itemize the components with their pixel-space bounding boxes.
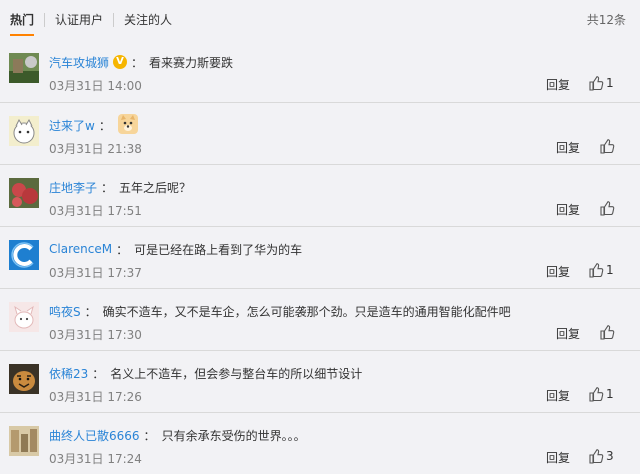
username-link[interactable]: 汽车攻城狮 — [49, 54, 109, 71]
colon-separator: ： — [131, 55, 144, 70]
tab-hot[interactable]: 热门 — [0, 0, 44, 40]
username-link[interactable]: ClarenceM — [49, 242, 112, 256]
like-button[interactable]: 1 — [588, 75, 614, 91]
doge-emoji-icon — [117, 113, 139, 138]
reply-button[interactable]: 回复 — [556, 139, 580, 156]
avatar[interactable] — [9, 426, 39, 456]
comment-item: ClarenceM ： 可是已经在路上看到了华为的车 03月31日 17:37 … — [0, 226, 640, 288]
like-count: 1 — [606, 263, 614, 277]
comment-time: 03月31日 14:00 — [49, 79, 142, 93]
comment-item: 曲终人已散6666 ： 只有余承东受伤的世界。。。 03月31日 17:24 回… — [0, 412, 640, 474]
comment-list: 汽车攻城狮 V ： 看来赛力斯要跌 03月31日 14:00 回复 1 过来了w… — [0, 40, 640, 474]
thumbs-up-icon — [599, 138, 615, 154]
tab-verified-users[interactable]: 认证用户 — [45, 0, 113, 40]
comment-time: 03月31日 21:38 — [49, 142, 142, 156]
avatar[interactable] — [9, 302, 39, 332]
like-count: 1 — [606, 76, 614, 90]
reply-button[interactable]: 回复 — [546, 387, 570, 404]
colon-separator: ： — [84, 304, 97, 319]
avatar[interactable] — [9, 364, 39, 394]
comment-text: 可是已经在路上看到了华为的车 — [134, 242, 303, 257]
comment-item: 依稀23 ： 名义上不造车，但会参与整台车的所以细节设计 03月31日 17:2… — [0, 350, 640, 412]
like-button[interactable] — [599, 324, 615, 340]
comment-total-count: 共12条 — [586, 13, 626, 27]
reply-button[interactable]: 回复 — [556, 201, 580, 218]
thumbs-up-icon — [588, 75, 604, 91]
comment-item: 鸣夜S ： 确实不造车，又不是车企，怎么可能袭那个劲。只是造车的通用智能化配件吧… — [0, 288, 640, 350]
like-count: 1 — [606, 387, 614, 401]
avatar[interactable] — [9, 240, 39, 270]
comment-item: 过来了w ： 03月31日 21:38 回复 — [0, 102, 640, 164]
colon-separator: ： — [116, 242, 129, 257]
comment-time: 03月31日 17:37 — [49, 266, 142, 280]
comment-text: 确实不造车，又不是车企，怎么可能袭那个劲。只是造车的通用智能化配件吧 — [102, 304, 511, 319]
comment-panel: 热门 认证用户 关注的人 共12条 汽车攻城狮 V ： 看来赛力斯要跌 03月3… — [0, 0, 640, 473]
comment-text: 五年之后呢？ — [119, 180, 192, 195]
reply-button[interactable]: 回复 — [546, 76, 570, 93]
comment-time: 03月31日 17:51 — [49, 204, 142, 218]
comment-text: 看来赛力斯要跌 — [149, 55, 234, 70]
thumbs-up-icon — [599, 200, 615, 216]
avatar[interactable] — [9, 53, 39, 83]
like-button[interactable]: 3 — [588, 448, 614, 464]
like-button[interactable]: 1 — [588, 262, 614, 278]
verified-badge-icon: V — [113, 55, 128, 69]
username-link[interactable]: 依稀23 — [49, 365, 88, 382]
thumbs-up-icon — [599, 324, 615, 340]
username-link[interactable]: 过来了w — [49, 117, 95, 134]
reply-button[interactable]: 回复 — [546, 449, 570, 466]
comment-text: 只有余承东受伤的世界。。。 — [161, 428, 306, 443]
thumbs-up-icon — [588, 448, 604, 464]
colon-separator: ： — [92, 366, 105, 381]
like-button[interactable] — [599, 138, 615, 154]
tab-following[interactable]: 关注的人 — [114, 0, 182, 40]
thumbs-up-icon — [588, 262, 604, 278]
comment-item: 汽车攻城狮 V ： 看来赛力斯要跌 03月31日 14:00 回复 1 — [0, 40, 640, 102]
username-link[interactable]: 庄地李子 — [49, 179, 97, 196]
colon-separator: ： — [98, 118, 111, 133]
thumbs-up-icon — [588, 386, 604, 402]
like-count: 3 — [606, 449, 614, 463]
username-link[interactable]: 鸣夜S — [49, 303, 81, 320]
avatar[interactable] — [9, 178, 39, 208]
comment-filter-tabs: 热门 认证用户 关注的人 — [0, 0, 640, 40]
comment-time: 03月31日 17:24 — [49, 452, 142, 466]
like-button[interactable]: 1 — [588, 386, 614, 402]
comment-time: 03月31日 17:26 — [49, 390, 142, 404]
reply-button[interactable]: 回复 — [556, 325, 580, 342]
like-button[interactable] — [599, 200, 615, 216]
comment-text: 名义上不造车，但会参与整台车的所以细节设计 — [110, 366, 363, 381]
comment-time: 03月31日 17:30 — [49, 328, 142, 342]
reply-button[interactable]: 回复 — [546, 263, 570, 280]
comment-item: 庄地李子 ： 五年之后呢？ 03月31日 17:51 回复 — [0, 164, 640, 226]
colon-separator: ： — [101, 180, 114, 195]
avatar[interactable] — [9, 116, 39, 146]
username-link[interactable]: 曲终人已散6666 — [49, 427, 140, 444]
colon-separator: ： — [143, 428, 156, 443]
